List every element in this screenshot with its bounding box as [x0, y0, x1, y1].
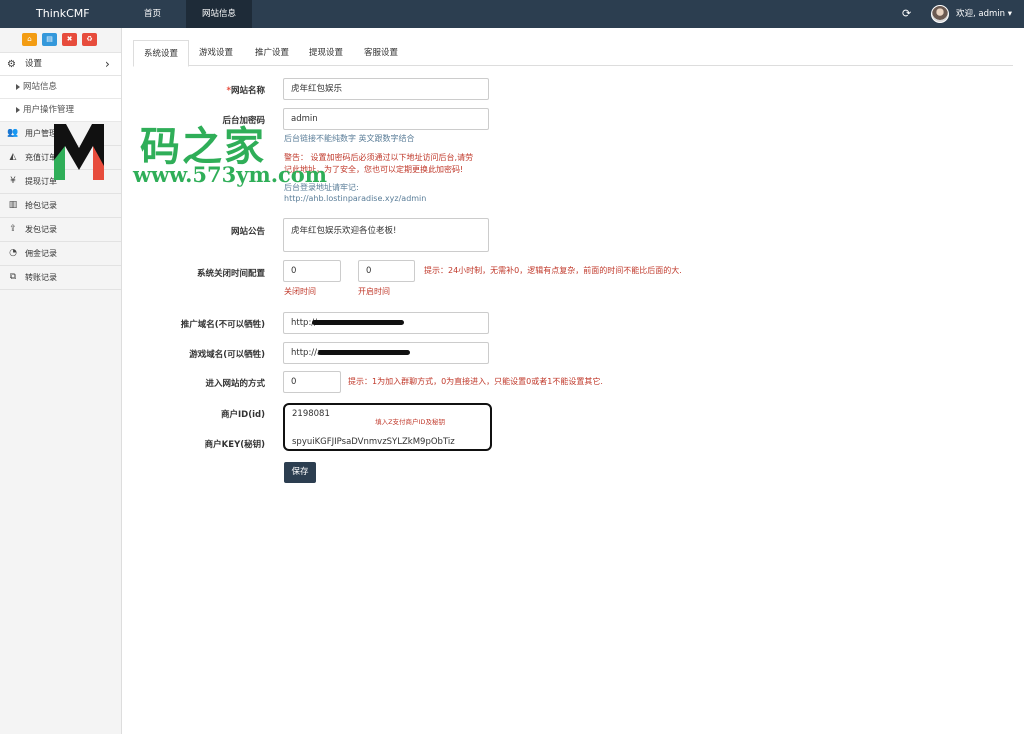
promo-domain-label: 推广域名(不可以牺牲) — [180, 320, 265, 330]
sidebar-subitem-label: 网站信息 — [23, 82, 58, 92]
sidebar-item-label: 佣金记录 — [25, 249, 57, 258]
settings-tabs: 系统设置 游戏设置 推广设置 提现设置 客服设置 — [133, 40, 1013, 67]
pie-chart-icon: ◔ — [9, 248, 17, 258]
caret-right-icon — [16, 107, 20, 113]
announcement-label: 网站公告 — [230, 227, 265, 237]
sidebar-item-settings[interactable]: ⚙ 设置 › — [0, 52, 121, 76]
sidebar-item-send-records[interactable]: ⇪ 发包记录 — [0, 218, 121, 242]
tab-promo-settings[interactable]: 推广设置 — [245, 40, 299, 66]
recycle-shortcut-icon[interactable]: ♻ — [82, 33, 97, 46]
admin-password-input[interactable]: admin — [283, 108, 489, 130]
announcement-textarea[interactable]: 虎年红包娱乐欢迎各位老板! — [283, 218, 489, 252]
caret-right-icon — [16, 84, 20, 90]
entry-mode-label: 进入网站的方式 — [205, 379, 265, 389]
chart-area-icon: ◭ — [9, 152, 17, 162]
sidebar-item-label: 转账记录 — [25, 273, 57, 282]
open-time-caption: 开启时间 — [358, 287, 390, 296]
promo-domain-redaction — [312, 320, 404, 325]
merchant-key-label: 商户KEY(秘钥) — [204, 440, 265, 450]
avatar[interactable] — [931, 5, 949, 23]
close-time-caption: 关闭时间 — [284, 287, 316, 296]
bar-chart-icon: ▥ — [8, 200, 18, 210]
user-menu[interactable]: 欢迎, admin ▾ — [956, 0, 1012, 28]
watermark-url: www.573ym.com — [133, 162, 328, 187]
brand-logo[interactable]: ThinkCMF — [36, 0, 90, 28]
entry-mode-tip: 提示：1为加入群聊方式，0为直接进入，只能设置0或者1不能设置其它. — [348, 377, 603, 386]
close-time-tip: 提示：24小时制，无需补0，逻辑有点复杂，前面的时间不能比后面的大. — [424, 266, 682, 275]
close-time-input[interactable]: 0 — [283, 260, 341, 282]
chevron-right-icon: › — [105, 57, 110, 71]
close-time-label: 系统关闭时间配置 — [196, 269, 265, 279]
merchant-note: 填入Z支付商户ID及秘钥 — [375, 418, 445, 426]
open-time-input[interactable]: 0 — [358, 260, 415, 282]
entry-mode-input[interactable]: 0 — [283, 371, 341, 393]
refresh-icon[interactable]: ⟳ — [902, 8, 914, 20]
site-name-label: *网站名称 — [226, 86, 265, 96]
watermark-logo — [54, 124, 104, 180]
top-navbar: ThinkCMF 首页 网站信息 ⟳ 欢迎, admin ▾ — [0, 0, 1024, 28]
sidebar-subitem-site-info[interactable]: 网站信息 — [0, 76, 121, 99]
upload-icon: ⇪ — [9, 224, 17, 234]
game-domain-label: 游戏域名(可以牺牲) — [189, 350, 265, 360]
tab-withdraw-settings[interactable]: 提现设置 — [299, 40, 353, 66]
game-domain-redaction — [318, 350, 410, 355]
sidebar-item-transfer[interactable]: ⧉ 转账记录 — [0, 266, 121, 290]
sidebar-item-label: 设置 — [25, 59, 43, 69]
merchant-key-input[interactable]: spyuiKGFJIPsaDVnmvzSYLZkM9pObTiz — [285, 432, 490, 454]
nav-home[interactable]: 首页 — [128, 0, 177, 28]
sidebar-item-commission[interactable]: ◔ 佣金记录 — [0, 242, 121, 266]
home-shortcut-icon[interactable]: ⌂ — [22, 33, 37, 46]
login-url: http://ahb.lostinparadise.xyz/admin — [284, 194, 427, 203]
tab-service-settings[interactable]: 客服设置 — [354, 40, 408, 66]
trash-shortcut-icon[interactable]: ✖ — [62, 33, 77, 46]
merchant-id-label: 商户ID(id) — [221, 410, 265, 420]
tab-game-settings[interactable]: 游戏设置 — [189, 40, 243, 66]
admin-password-help: 后台链接不能纯数字 英文跟数字结合 — [284, 134, 415, 143]
file-shortcut-icon[interactable]: ▤ — [42, 33, 57, 46]
tab-system-settings[interactable]: 系统设置 — [133, 40, 190, 67]
clone-icon: ⧉ — [9, 272, 17, 282]
cogs-icon: ⚙ — [7, 59, 16, 70]
sidebar-item-label: 发包记录 — [25, 225, 57, 234]
sidebar-item-grab-records[interactable]: ▥ 抢包记录 — [0, 194, 121, 218]
site-name-input[interactable]: 虎年红包娱乐 — [283, 78, 489, 100]
save-button[interactable]: 保存 — [284, 462, 316, 483]
nav-site-info[interactable]: 网站信息 — [186, 0, 253, 28]
yen-icon: ¥ — [10, 176, 16, 186]
sidebar-item-label: 抢包记录 — [25, 201, 57, 210]
users-icon: 👥 — [7, 128, 19, 138]
